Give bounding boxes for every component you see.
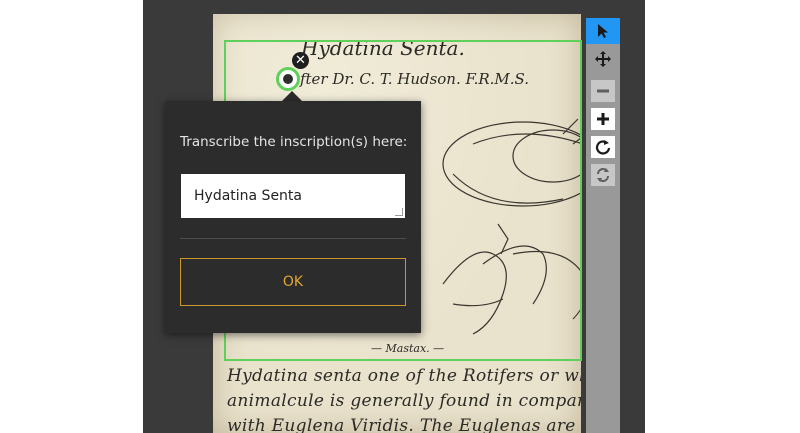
viewer-toolbar (586, 18, 620, 433)
transcription-input[interactable]: Hydatina Senta (181, 174, 405, 218)
handwritten-line: with Euglena Viridis. The Euglenas are e… (227, 416, 581, 433)
reset-icon (597, 168, 609, 182)
rotate-button[interactable] (591, 136, 615, 158)
handwritten-line: animalcule is generally found in company (227, 391, 581, 411)
ok-button[interactable]: OK (180, 258, 406, 306)
handwritten-line: Hydatina senta one of the Rotifers or wh… (227, 366, 581, 386)
zoom-out-icon (597, 89, 609, 93)
transcription-popup: Transcribe the inscription(s) here: Hyda… (165, 101, 421, 333)
zoom-in-icon (597, 113, 609, 125)
zoom-in-button[interactable] (591, 108, 615, 130)
selection-marker-handle[interactable] (276, 67, 300, 91)
pan-tool-button[interactable] (591, 48, 615, 70)
rotate-icon (595, 140, 611, 155)
marker-dot (283, 74, 293, 84)
popup-divider (180, 238, 406, 239)
delete-selection-button[interactable]: ✕ (292, 52, 309, 69)
transcription-prompt: Transcribe the inscription(s) here: (180, 134, 408, 150)
zoom-out-button[interactable] (591, 80, 615, 102)
pointer-icon (598, 24, 608, 38)
pointer-tool-button[interactable] (586, 18, 620, 44)
close-icon: ✕ (295, 53, 306, 68)
popup-pointer-arrow (282, 91, 302, 101)
pan-icon (595, 51, 611, 67)
reset-rotation-button[interactable] (591, 164, 615, 186)
